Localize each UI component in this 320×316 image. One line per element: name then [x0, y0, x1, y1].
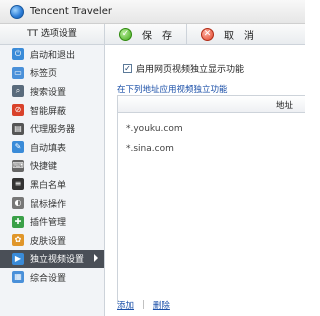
form-icon: ✎ [12, 141, 24, 154]
sidebar-item-skin[interactable]: ✿ 皮肤设置 [0, 231, 104, 250]
table-row[interactable]: *.youku.com [126, 124, 183, 134]
keyboard-icon: ⌨ [12, 159, 24, 172]
address-column-header[interactable]: 地址 [276, 99, 293, 111]
video-enable-label: 启用网页视频独立显示功能 [136, 65, 245, 75]
sidebar-item-grid[interactable]: ▦ 综合设置 [0, 268, 104, 287]
sidebar-item-video[interactable]: ▶ 独立视频设置 [0, 249, 104, 269]
tabs-icon: ▭ [12, 66, 24, 79]
sidebar-item-label: 鼠标操作 [30, 199, 67, 210]
plugin-icon: ✚ [12, 215, 24, 228]
list-icon: ≡ [12, 178, 24, 191]
title-bar: Tencent Traveler [0, 0, 305, 24]
sidebar-item-label: 搜索设置 [30, 87, 67, 98]
cancel-button-label: 取 消 [224, 30, 254, 42]
video-enable-row: ✓ 启用网页视频独立显示功能 [123, 62, 244, 75]
sidebar-item-power[interactable]: ⏻ 启动和退出 [0, 45, 104, 64]
table-footer: 添加 | 删除 [117, 299, 170, 311]
save-button-label: 保 存 [142, 30, 172, 42]
power-icon: ⏻ [12, 48, 24, 61]
add-link[interactable]: 添加 [117, 299, 134, 311]
sidebar-item-label: 标签页 [30, 69, 58, 80]
sidebar: TT 选项设置 ⏻ 启动和退出 ▭ 标签页 ⌕ 搜索设置 ⊘ 智能屏蔽 ▤ 代理服务器 ✎ 自动填表 ⌨… [0, 24, 105, 316]
app-logo-icon [10, 4, 24, 19]
chevron-right-icon [94, 253, 98, 262]
app-title: Tencent Traveler [30, 6, 112, 17]
sidebar-item-tabs[interactable]: ▭ 标签页 [0, 64, 104, 83]
block-icon: ⊘ [12, 104, 24, 117]
server-icon: ▤ [12, 122, 24, 135]
table-row[interactable]: *.sina.com [126, 144, 174, 154]
toolbar: ✓ 保 存 ✕ 取 消 [105, 23, 305, 45]
cancel-button[interactable]: ✕ 取 消 [187, 24, 268, 45]
video-enable-checkbox[interactable]: ✓ [123, 64, 132, 73]
mouse-icon: ◐ [12, 197, 24, 210]
save-button[interactable]: ✓ 保 存 [105, 24, 186, 45]
sidebar-item-mouse[interactable]: ◐ 鼠标操作 [0, 194, 104, 213]
sidebar-item-label: 代理服务器 [30, 125, 76, 136]
sidebar-item-label: 快捷键 [30, 162, 58, 173]
sidebar-item-label: 独立视频设置 [30, 255, 85, 266]
search-icon: ⌕ [12, 85, 24, 98]
sidebar-item-server[interactable]: ▤ 代理服务器 [0, 119, 104, 138]
sidebar-item-label: 综合设置 [30, 273, 67, 284]
sidebar-item-label: 自动填表 [30, 143, 67, 154]
address-table: 地址 *.youku.com *.sina.com [117, 95, 305, 303]
skin-icon: ✿ [12, 234, 24, 247]
checkmark-icon: ✓ [119, 27, 132, 41]
sidebar-item-label: 插件管理 [30, 218, 67, 229]
sidebar-item-form[interactable]: ✎ 自动填表 [0, 138, 104, 157]
grid-icon: ▦ [12, 271, 24, 284]
sidebar-item-list[interactable]: ≡ 黑白名单 [0, 175, 104, 194]
sidebar-item-label: 启动和退出 [30, 50, 76, 61]
close-icon: ✕ [201, 27, 214, 41]
delete-link[interactable]: 删除 [153, 299, 170, 311]
sidebar-header: TT 选项设置 [0, 24, 104, 45]
main-panel: ✓ 启用网页视频独立显示功能 在下列地址应用视频独立功能 地址 *.youku.… [105, 45, 305, 316]
table-header: 地址 [118, 96, 305, 113]
video-icon: ▶ [12, 252, 24, 265]
sidebar-item-keyboard[interactable]: ⌨ 快捷键 [0, 157, 104, 176]
sidebar-item-search[interactable]: ⌕ 搜索设置 [0, 82, 104, 101]
sidebar-item-label: 智能屏蔽 [30, 106, 67, 117]
section-title: 在下列地址应用视频独立功能 [117, 85, 228, 95]
sidebar-item-plugin[interactable]: ✚ 插件管理 [0, 212, 104, 231]
sidebar-item-block[interactable]: ⊘ 智能屏蔽 [0, 101, 104, 120]
footer-separator: | [142, 300, 145, 310]
sidebar-list: ⏻ 启动和退出 ▭ 标签页 ⌕ 搜索设置 ⊘ 智能屏蔽 ▤ 代理服务器 ✎ 自动填表 ⌨ 快捷键 ≡ 黑白名单… [0, 45, 104, 287]
sidebar-item-label: 黑白名单 [30, 180, 67, 191]
sidebar-item-label: 皮肤设置 [30, 236, 67, 247]
